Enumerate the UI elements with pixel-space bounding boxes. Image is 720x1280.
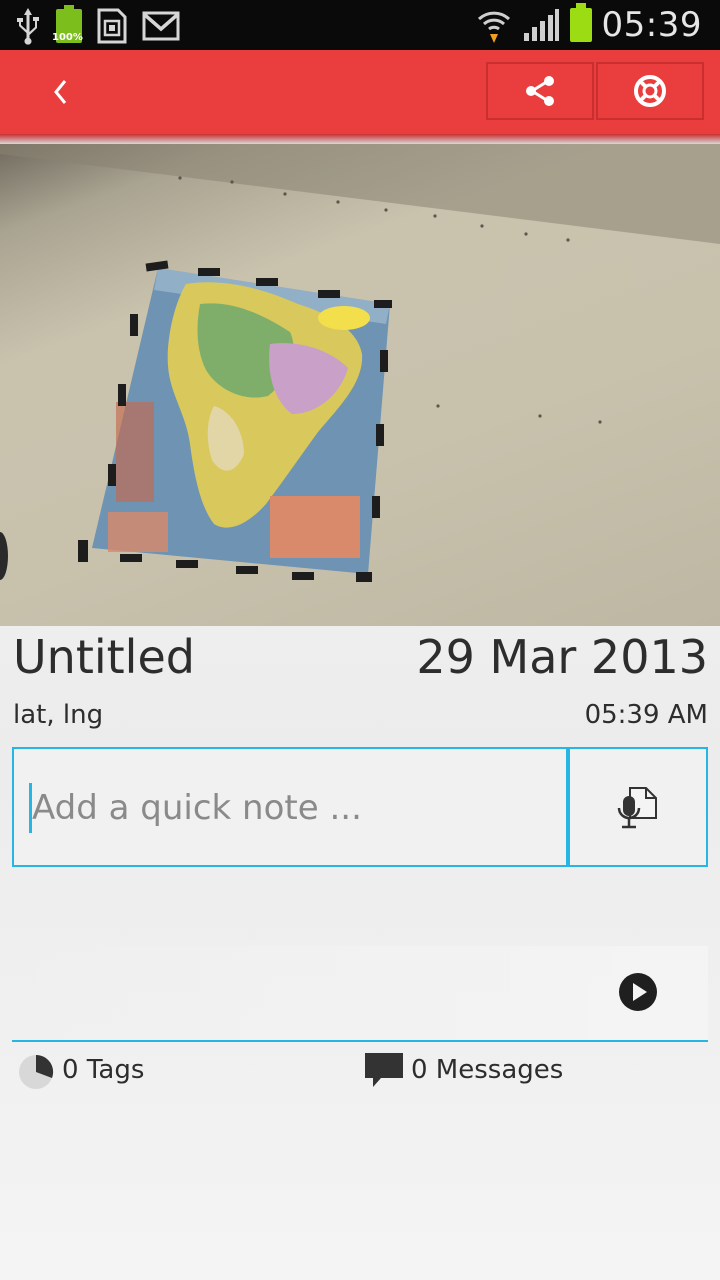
status-bar: 100% 05:39 (0, 0, 720, 50)
status-time: 05:39 (601, 5, 702, 45)
tag-pie-icon (19, 1054, 54, 1089)
wifi-icon (477, 11, 510, 43)
gmail-icon (142, 11, 180, 41)
action-bar-shadow (0, 134, 720, 144)
battery-small-label: 100% (52, 32, 83, 43)
audio-player (12, 946, 708, 1040)
share-button[interactable] (486, 62, 594, 120)
message-bubble-icon (365, 1053, 403, 1087)
messages-link[interactable]: 0 Messages (363, 1050, 563, 1090)
quick-note-field[interactable] (12, 747, 568, 867)
battery-icon: 100% (52, 5, 83, 43)
help-button[interactable] (596, 62, 704, 120)
sd-card-icon (97, 8, 127, 44)
battery-full-icon (569, 3, 592, 42)
messages-count-label: 0 Messages (411, 1055, 564, 1085)
section-divider (12, 1040, 708, 1042)
status-bar-system: 05:39 (476, 0, 702, 50)
share-icon (526, 76, 554, 106)
mic-note-icon (617, 787, 657, 829)
tags-count-label: 0 Tags (62, 1055, 145, 1085)
photo-map-on-wall (0, 144, 720, 582)
play-icon[interactable] (618, 972, 658, 1012)
lifebuoy-icon (634, 75, 666, 107)
note-title[interactable]: Untitled (13, 630, 195, 684)
quick-note-input[interactable] (28, 783, 552, 833)
usb-icon (17, 8, 39, 45)
note-location[interactable]: lat, lng (13, 700, 103, 730)
voice-note-button[interactable] (568, 747, 708, 867)
note-photo[interactable] (0, 144, 720, 626)
action-bar (0, 50, 720, 134)
text-cursor (29, 783, 32, 833)
note-time: 05:39 AM (584, 700, 708, 730)
chevron-left-icon (54, 80, 67, 104)
status-bar-notifications: 100% (14, 5, 180, 46)
tags-link[interactable]: 0 Tags (16, 1050, 144, 1090)
signal-icon (523, 9, 559, 41)
back-button[interactable] (20, 50, 100, 134)
note-date: 29 Mar 2013 (416, 630, 708, 684)
